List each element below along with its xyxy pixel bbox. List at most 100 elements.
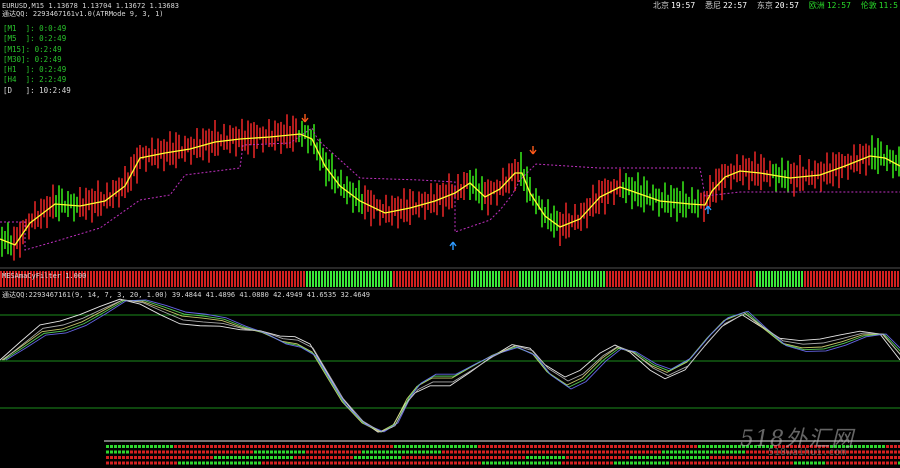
histogram-bar <box>600 271 602 287</box>
signal-dot <box>358 456 361 459</box>
signal-dot <box>698 456 701 459</box>
signal-dot <box>390 445 393 448</box>
histogram-bar <box>420 271 422 287</box>
signal-dot <box>230 445 233 448</box>
signal-dot <box>718 456 721 459</box>
histogram-bar <box>744 271 746 287</box>
arrow-down-icon <box>301 114 309 123</box>
signal-dot <box>142 461 145 465</box>
clock-city: 欧洲 <box>808 1 825 10</box>
signal-dot <box>746 456 749 459</box>
signal-dot <box>282 461 285 465</box>
signal-dot <box>346 445 349 448</box>
signal-dot <box>122 445 125 448</box>
signal-dot <box>710 450 713 454</box>
signal-dot <box>870 461 873 465</box>
signal-dot <box>174 445 177 448</box>
signal-dot <box>558 450 561 454</box>
histogram-bar <box>675 271 677 287</box>
signal-dot <box>614 461 617 465</box>
signal-dot <box>610 445 613 448</box>
signal-dot <box>226 445 229 448</box>
signal-dot <box>562 450 565 454</box>
signal-dot <box>150 445 153 448</box>
signal-dot <box>546 450 549 454</box>
signal-dot <box>558 445 561 448</box>
histogram-bar <box>711 271 713 287</box>
signal-dot <box>674 445 677 448</box>
signal-dot <box>414 450 417 454</box>
signal-dot <box>654 450 657 454</box>
chart-canvas[interactable] <box>0 0 900 468</box>
histogram-bar <box>153 271 155 287</box>
signal-dot <box>570 456 573 459</box>
histogram-bar <box>795 271 797 287</box>
signal-dot <box>370 461 373 465</box>
signal-dot <box>682 461 685 465</box>
signal-dot <box>494 445 497 448</box>
histogram-bar <box>459 271 461 287</box>
histogram-bar <box>360 271 362 287</box>
signal-dot <box>762 456 765 459</box>
signal-dot <box>674 450 677 454</box>
histogram-bar <box>792 271 794 287</box>
signal-dot <box>714 445 717 448</box>
signal-dot <box>202 450 205 454</box>
signal-dot <box>598 461 601 465</box>
oscillator-line <box>0 298 900 433</box>
signal-dot <box>638 456 641 459</box>
signal-dot <box>146 456 149 459</box>
histogram-bar <box>855 271 857 287</box>
signal-dot <box>622 461 625 465</box>
histogram-bar <box>348 271 350 287</box>
signal-dot <box>154 461 157 465</box>
signal-dot <box>878 450 881 454</box>
signal-dot <box>218 445 221 448</box>
signal-dot <box>570 445 573 448</box>
histogram-bar <box>294 271 296 287</box>
histogram-bar <box>453 271 455 287</box>
signal-dot <box>226 450 229 454</box>
histogram-bar <box>279 271 281 287</box>
histogram-bar <box>603 271 605 287</box>
signal-dot <box>238 445 241 448</box>
histogram-bar <box>741 271 743 287</box>
signal-dot <box>734 456 737 459</box>
signal-dot <box>750 461 753 465</box>
signal-dot <box>882 461 885 465</box>
signal-dot <box>474 450 477 454</box>
signal-dot <box>422 450 425 454</box>
histogram-bar <box>858 271 860 287</box>
signal-dot <box>862 456 865 459</box>
signal-dot <box>262 461 265 465</box>
histogram-bar <box>102 271 104 287</box>
signal-dot <box>738 456 741 459</box>
world-clocks: 北京 19:57 悉尼 22:57 东京 20:57 欧洲 12:57 伦敦 11:5 <box>648 1 898 11</box>
signal-dot <box>322 456 325 459</box>
oscillator-panel <box>0 298 900 433</box>
signal-dot <box>718 450 721 454</box>
signal-dot <box>890 445 893 448</box>
signal-dot <box>250 445 253 448</box>
histogram-bar <box>429 271 431 287</box>
histogram-bar <box>372 271 374 287</box>
signal-dot <box>594 450 597 454</box>
signal-dot <box>602 445 605 448</box>
signal-dot <box>250 450 253 454</box>
signal-dot <box>462 450 465 454</box>
signal-dot <box>618 456 621 459</box>
signal-dot <box>166 445 169 448</box>
signal-dot <box>382 461 385 465</box>
histogram-bar <box>168 271 170 287</box>
signal-dot <box>734 445 737 448</box>
oscillator-line <box>3 300 900 433</box>
histogram-bar <box>156 271 158 287</box>
histogram-bar <box>825 271 827 287</box>
signal-dot <box>138 450 141 454</box>
signal-dot <box>110 461 113 465</box>
signal-dot <box>170 456 173 459</box>
signal-dot <box>730 461 733 465</box>
signal-dot <box>158 456 161 459</box>
signal-dot <box>266 445 269 448</box>
histogram-bar <box>444 271 446 287</box>
